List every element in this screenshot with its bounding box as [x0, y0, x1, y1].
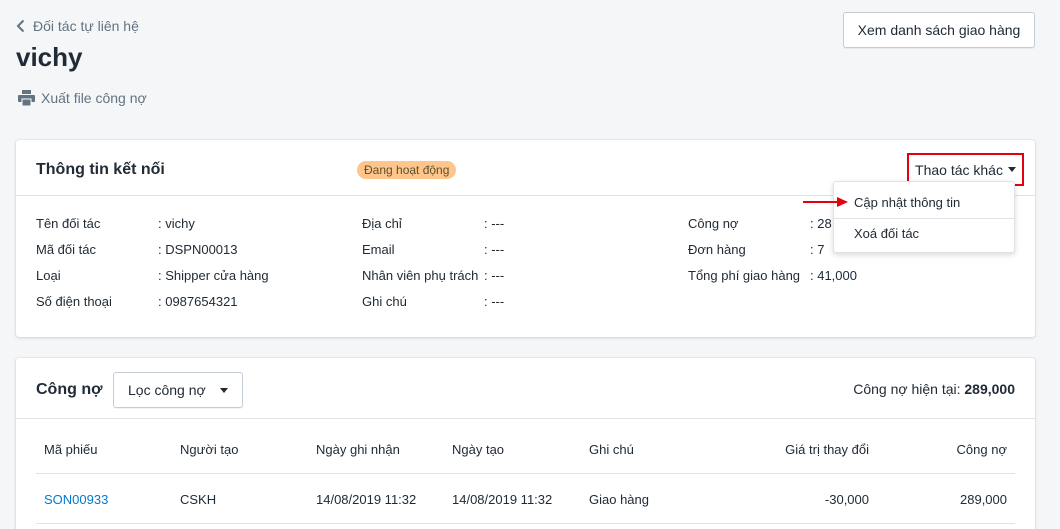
- info-row: Tên đối tác : vichy: [36, 216, 195, 231]
- info-label: Đơn hàng: [688, 242, 746, 257]
- current-debt: Công nợ hiện tại: 289,000: [853, 381, 1015, 397]
- info-row: Ghi chú : ---: [362, 294, 504, 309]
- info-row: Loại : Shipper cửa hàng: [36, 268, 269, 283]
- receipt-code-link[interactable]: SON00933: [44, 492, 108, 507]
- page-title: vichy: [16, 42, 83, 72]
- info-label: Nhân viên phụ trách: [362, 268, 479, 283]
- table-cell: 289,000: [960, 492, 1007, 507]
- info-value: : ---: [484, 242, 505, 257]
- info-row: Công nợ : 28: [688, 216, 832, 231]
- more-actions-label: Thao tác khác: [915, 161, 1003, 178]
- column-header: Mã phiếu: [44, 442, 98, 457]
- table-cell: CSKH: [180, 492, 217, 507]
- column-header: Công nợ: [956, 442, 1007, 457]
- info-label: Loại: [36, 268, 61, 283]
- chevron-left-icon: [16, 19, 25, 33]
- info-row: Số điện thoại : 0987654321: [36, 294, 238, 309]
- info-value: : ---: [484, 294, 505, 309]
- table-cell: 14/08/2019 11:32: [452, 492, 553, 507]
- table-cell: 14/08/2019 11:32: [316, 492, 417, 507]
- info-row: Tổng phí giao hàng : 41,000: [688, 268, 857, 283]
- column-header: Ngày tạo: [452, 442, 505, 457]
- info-label: Ghi chú: [362, 294, 407, 309]
- info-label: Địa chỉ: [362, 216, 402, 231]
- export-debt-label: Xuất file công nợ: [41, 90, 147, 106]
- info-value: : 0987654321: [158, 294, 238, 309]
- column-header: Người tạo: [180, 442, 239, 457]
- info-value: : ---: [484, 268, 505, 283]
- column-header: Ghi chú: [589, 442, 634, 457]
- debt-filter-select[interactable]: Lọc công nợ: [113, 372, 243, 408]
- card-title: Thông tin kết nối: [36, 161, 165, 178]
- info-label: Email: [362, 242, 395, 257]
- info-value: : 41,000: [810, 268, 857, 283]
- info-label: Công nợ: [688, 216, 739, 231]
- printer-icon: [18, 90, 35, 106]
- info-row: Đơn hàng : 7: [688, 242, 824, 257]
- info-value: : 28: [810, 216, 832, 231]
- red-arrow-annotation-icon: [803, 197, 848, 207]
- caret-down-icon: [220, 387, 228, 393]
- info-value: : vichy: [158, 216, 195, 231]
- info-value: : Shipper cửa hàng: [158, 268, 269, 283]
- back-link-label: Đối tác tự liên hệ: [33, 18, 139, 34]
- info-row: Địa chỉ : ---: [362, 216, 504, 231]
- info-label: Mã đối tác: [36, 242, 96, 257]
- view-deliveries-button[interactable]: Xem danh sách giao hàng: [843, 12, 1035, 48]
- caret-down-icon: [1007, 167, 1016, 172]
- table-cell: -30,000: [824, 492, 869, 507]
- table-header-row: Mã phiếu Người tạo Ngày ghi nhận Ngày tạ…: [36, 419, 1015, 474]
- debt-card-header: Công nợ Lọc công nợ Công nợ hiện tại: 28…: [16, 358, 1035, 419]
- menu-divider: [834, 218, 1014, 219]
- info-row: Nhân viên phụ trách : ---: [362, 268, 504, 283]
- more-actions-menu: Cập nhật thông tin Xoá đối tác: [833, 181, 1015, 253]
- debt-title: Công nợ: [36, 381, 103, 398]
- table-cell: Giao hàng: [589, 492, 649, 507]
- debt-filter-label: Lọc công nợ: [128, 382, 206, 398]
- table-row: SON00933 CSKH 14/08/2019 11:32 14/08/201…: [36, 474, 1015, 524]
- status-badge: Đang hoạt động: [357, 161, 457, 179]
- column-header: Ngày ghi nhận: [316, 442, 400, 457]
- debt-table: Mã phiếu Người tạo Ngày ghi nhận Ngày tạ…: [36, 419, 1015, 524]
- menu-item-update-info[interactable]: Cập nhật thông tin: [854, 195, 960, 210]
- info-value: : 7: [810, 242, 825, 257]
- export-debt-link[interactable]: Xuất file công nợ: [18, 90, 147, 106]
- current-debt-value: 289,000: [964, 381, 1015, 397]
- menu-item-delete-partner[interactable]: Xoá đối tác: [854, 226, 919, 241]
- info-label: Tên đối tác: [36, 216, 101, 231]
- info-row: Mã đối tác : DSPN00013: [36, 242, 238, 257]
- debt-card: Công nợ Lọc công nợ Công nợ hiện tại: 28…: [16, 358, 1035, 529]
- column-header: Giá trị thay đổi: [785, 442, 869, 457]
- back-link[interactable]: Đối tác tự liên hệ: [16, 18, 139, 34]
- info-row: Email : ---: [362, 242, 504, 257]
- current-debt-label: Công nợ hiện tại:: [853, 381, 961, 397]
- info-value: : ---: [484, 216, 505, 231]
- info-label: Số điện thoại: [36, 294, 112, 309]
- info-value: : DSPN00013: [158, 242, 238, 257]
- info-label: Tổng phí giao hàng: [688, 268, 801, 283]
